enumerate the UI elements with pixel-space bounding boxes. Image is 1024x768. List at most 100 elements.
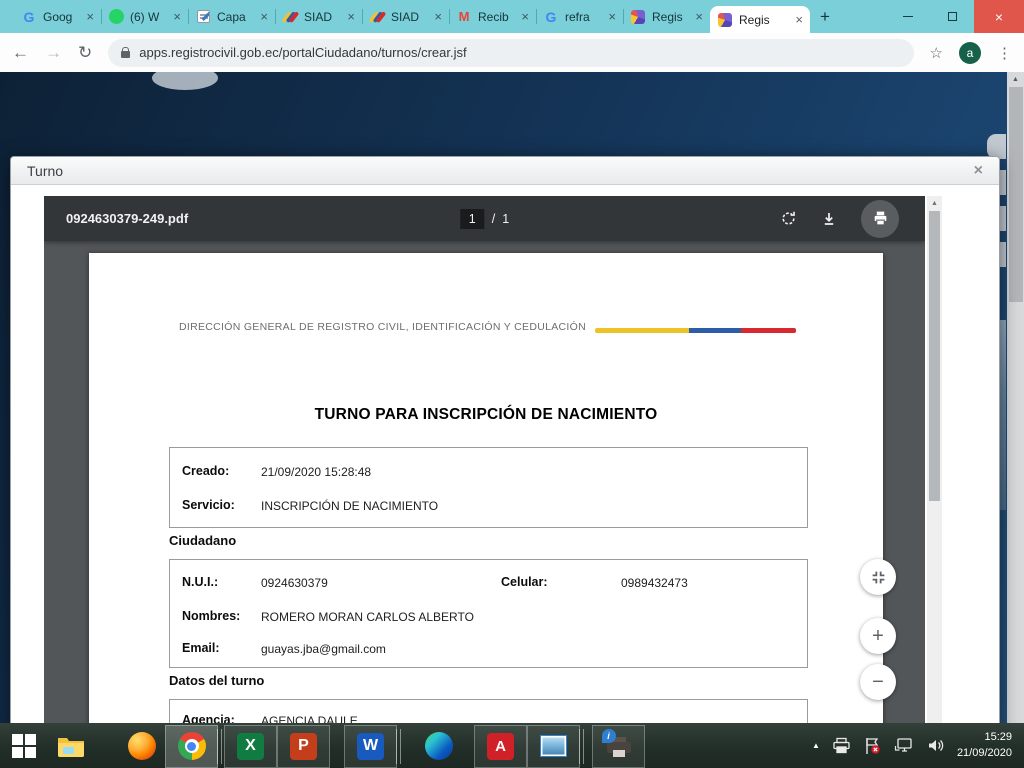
close-window-button[interactable]: × bbox=[974, 0, 1024, 33]
ecuador-flag-bar bbox=[595, 328, 796, 333]
file-explorer-icon bbox=[57, 734, 85, 758]
fit-page-icon bbox=[871, 570, 886, 585]
rotate-icon[interactable] bbox=[780, 210, 797, 227]
word-button[interactable]: W bbox=[344, 725, 397, 768]
download-icon[interactable] bbox=[821, 211, 837, 227]
tab-google[interactable]: G Goog × bbox=[14, 0, 101, 33]
pdf-page-counter: 1 / 1 bbox=[460, 209, 509, 229]
page-emblem bbox=[152, 72, 218, 90]
photos-button[interactable] bbox=[527, 725, 580, 768]
browser-tab-strip: G Goog × (6) W × Capa × SIAD × SIAD × M … bbox=[0, 0, 1024, 33]
chrome-taskbar-button[interactable] bbox=[165, 725, 218, 768]
scroll-up-icon[interactable]: ▲ bbox=[927, 196, 942, 210]
powerpoint-icon: P bbox=[290, 733, 317, 760]
restore-icon bbox=[948, 12, 957, 21]
pdf-current-page[interactable]: 1 bbox=[460, 209, 485, 229]
tab-close-icon[interactable]: × bbox=[521, 9, 529, 24]
tab-registro-civil-active[interactable]: Regis × bbox=[710, 6, 810, 33]
screen: G Goog × (6) W × Capa × SIAD × SIAD × M … bbox=[0, 0, 1024, 768]
minimize-button[interactable] bbox=[886, 0, 930, 33]
taskbar-clock[interactable]: 15:29 21/09/2020 bbox=[957, 730, 1012, 762]
created-service-box bbox=[169, 447, 808, 528]
notes-favicon bbox=[197, 10, 210, 23]
url-text[interactable]: apps.registrocivil.gob.ec/portalCiudadan… bbox=[139, 45, 466, 60]
tab-close-icon[interactable]: × bbox=[173, 9, 181, 24]
address-bar[interactable]: apps.registrocivil.gob.ec/portalCiudadan… bbox=[108, 39, 913, 67]
tab-label: (6) W bbox=[130, 10, 167, 24]
page-scrollbar-thumb[interactable] bbox=[1009, 87, 1023, 302]
acrobat-button[interactable]: A bbox=[474, 725, 527, 768]
tray-printer-icon[interactable] bbox=[832, 737, 851, 754]
tab-siad-2[interactable]: SIAD × bbox=[362, 0, 449, 33]
restore-button[interactable] bbox=[930, 0, 974, 33]
nui-value: 0924630379 bbox=[261, 576, 328, 590]
tab-whatsapp[interactable]: (6) W × bbox=[101, 0, 188, 33]
google-favicon: G bbox=[543, 9, 559, 25]
back-icon[interactable]: ← bbox=[12, 44, 29, 61]
volume-icon[interactable] bbox=[926, 737, 945, 754]
cellphone-value: 0989432473 bbox=[621, 576, 688, 590]
siad-favicon bbox=[283, 10, 297, 24]
cellphone-label: Celular: bbox=[501, 575, 548, 589]
modal-title: Turno bbox=[27, 163, 63, 179]
tab-close-icon[interactable]: × bbox=[347, 9, 355, 24]
zoom-in-button[interactable]: + bbox=[860, 618, 896, 654]
tab-refranes[interactable]: G refra × bbox=[536, 0, 623, 33]
tab-siad-1[interactable]: SIAD × bbox=[275, 0, 362, 33]
tab-close-icon[interactable]: × bbox=[260, 9, 268, 24]
tab-gmail[interactable]: M Recib × bbox=[449, 0, 536, 33]
excel-button[interactable]: X bbox=[224, 725, 277, 768]
powerpoint-button[interactable]: P bbox=[277, 725, 330, 768]
firefox-button[interactable] bbox=[118, 723, 165, 768]
modal-close-icon[interactable]: × bbox=[974, 163, 983, 179]
whatsapp-favicon bbox=[109, 9, 124, 24]
tab-close-icon[interactable]: × bbox=[434, 9, 442, 24]
clock-time: 15:29 bbox=[957, 730, 1012, 746]
printer-queue-button[interactable]: i bbox=[592, 725, 645, 768]
registro-civil-favicon bbox=[718, 13, 732, 27]
turno-modal: Turno × 0924630379-249.pdf 1 / 1 bbox=[10, 156, 1000, 723]
tab-label: SIAD bbox=[304, 10, 341, 24]
edge-button[interactable] bbox=[415, 723, 462, 768]
scroll-up-icon[interactable]: ▲ bbox=[1007, 72, 1024, 87]
citizen-section-heading: Ciudadano bbox=[169, 533, 236, 548]
pdf-scrollbar[interactable]: ▲ ▼ bbox=[927, 196, 942, 723]
tab-capa[interactable]: Capa × bbox=[188, 0, 275, 33]
nui-label: N.U.I.: bbox=[182, 575, 218, 589]
print-icon[interactable] bbox=[861, 200, 899, 238]
forward-icon[interactable]: → bbox=[45, 44, 62, 61]
reload-icon[interactable]: ↻ bbox=[78, 44, 92, 61]
zoom-out-button[interactable]: − bbox=[860, 664, 896, 700]
tab-label: Regis bbox=[739, 13, 789, 27]
tab-close-icon[interactable]: × bbox=[795, 12, 803, 27]
tab-registro-civil-1[interactable]: Regis × bbox=[623, 0, 710, 33]
service-value: INSCRIPCIÓN DE NACIMIENTO bbox=[261, 499, 438, 513]
browser-toolbar: ← → ↻ apps.registrocivil.gob.ec/portalCi… bbox=[0, 33, 1024, 72]
pdf-filename: 0924630379-249.pdf bbox=[66, 211, 188, 226]
minimize-icon bbox=[903, 16, 913, 18]
tab-close-icon[interactable]: × bbox=[608, 9, 616, 24]
page-scrollbar[interactable]: ▲ bbox=[1007, 72, 1024, 723]
bookmark-star-icon[interactable]: ☆ bbox=[930, 44, 943, 62]
tab-close-icon[interactable]: × bbox=[86, 9, 94, 24]
action-center-flag-icon[interactable] bbox=[863, 737, 882, 755]
tab-close-icon[interactable]: × bbox=[695, 9, 703, 24]
pdf-total-pages: 1 bbox=[502, 212, 509, 226]
pdf-scrollbar-thumb[interactable] bbox=[929, 211, 940, 501]
fit-page-button[interactable] bbox=[860, 559, 896, 595]
tray-expand-icon[interactable]: ▲ bbox=[812, 741, 820, 750]
email-value: guayas.jba@gmail.com bbox=[261, 642, 386, 656]
file-explorer-button[interactable] bbox=[47, 723, 94, 768]
printer-queue-icon: i bbox=[604, 733, 634, 759]
start-button[interactable] bbox=[0, 723, 47, 768]
browser-menu-icon[interactable]: ⋮ bbox=[997, 44, 1012, 62]
page-separator: / bbox=[492, 212, 495, 226]
zoom-out-icon: − bbox=[872, 671, 884, 694]
names-label: Nombres: bbox=[182, 609, 240, 623]
gmail-favicon: M bbox=[456, 9, 472, 25]
network-icon[interactable] bbox=[894, 737, 914, 754]
profile-avatar[interactable]: a bbox=[959, 42, 981, 64]
google-favicon: G bbox=[21, 9, 37, 25]
new-tab-button[interactable]: + bbox=[810, 0, 840, 33]
email-label: Email: bbox=[182, 641, 220, 655]
